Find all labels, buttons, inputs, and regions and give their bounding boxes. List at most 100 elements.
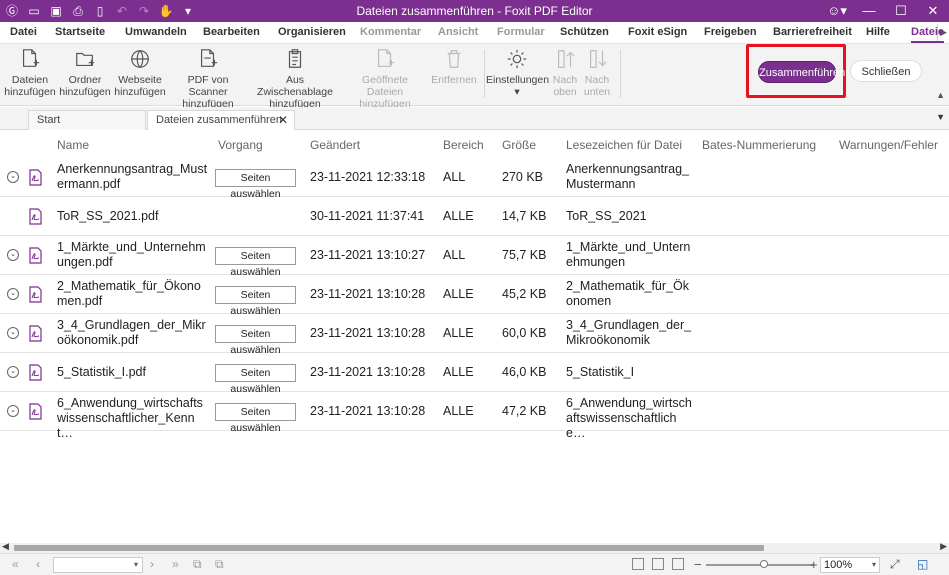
tab-list-dropdown-icon[interactable]: ▼ [936, 112, 945, 122]
file-size: 46,0 KB [502, 365, 547, 379]
first-page-icon[interactable]: « [12, 557, 19, 571]
menu-tab[interactable]: Foxit eSign [628, 26, 687, 38]
column-header-modified[interactable]: Geändert [310, 138, 360, 152]
close-icon[interactable]: ✕ [917, 0, 949, 22]
pdf-file-icon [29, 208, 42, 225]
file-bookmark[interactable]: ToR_SS_2021 [566, 209, 694, 224]
ribbon-button[interactable]: Geöffnete Dateien hinzufügen [343, 48, 427, 110]
column-header-range[interactable]: Bereich [443, 138, 484, 152]
menu-tab[interactable]: Umwandeln [125, 26, 187, 38]
close-tab-icon[interactable]: ✕ [278, 111, 288, 129]
table-row[interactable]: ToR_SS_2021.pdf 30-11-2021 11:37:41 ALLE 14… [0, 197, 949, 236]
column-header-bates[interactable]: Bates-Nummerierung [702, 138, 816, 152]
tab-start[interactable]: Start [28, 110, 146, 130]
zoom-out-icon[interactable]: − [694, 557, 702, 572]
prev-page-icon[interactable]: ‹ [36, 557, 40, 571]
ribbon-button-label: Einstellungen [486, 74, 550, 86]
minimize-icon[interactable]: — [853, 0, 885, 22]
ribbon-button[interactable]: Nach unten [580, 48, 614, 98]
menu-tab[interactable]: Formular [497, 26, 545, 38]
column-header-name[interactable]: Name [57, 138, 89, 152]
menu-tab[interactable]: Ansicht [438, 26, 478, 38]
table-row[interactable]: ⌄ 3_4_Grundlagen_der_Mikroökonomik.pdf Sei… [0, 314, 949, 356]
ribbon-button[interactable]: Entfernen [428, 48, 480, 86]
collapse-ribbon-icon[interactable]: ▲ [936, 90, 945, 100]
column-header-warnings[interactable]: Warnungen/Fehler [839, 138, 938, 152]
expand-row-icon[interactable]: ⌄ [7, 327, 19, 339]
ribbon-button[interactable]: Einstellungen ▾ [486, 48, 550, 98]
expand-row-icon[interactable]: ⌄ [7, 288, 19, 300]
menu-tab[interactable]: Barrierefreiheit [773, 26, 852, 38]
file-range: ALLE [443, 365, 474, 379]
maximize-icon[interactable]: ☐ [885, 0, 917, 22]
file-bookmark[interactable]: 5_Statistik_I [566, 365, 694, 380]
tab-merge-files-label: Dateien zusammenführen [156, 114, 282, 126]
menu-tab[interactable]: Schützen [560, 26, 609, 38]
file-bookmark[interactable]: 3_4_Grundlagen_der_Mikroökonomik [566, 318, 694, 348]
menu-tab[interactable]: Hilfe [866, 26, 890, 38]
table-row[interactable]: ⌄ 5_Statistik_I.pdf Seiten auswählen 23-11-… [0, 353, 949, 395]
ribbon-button[interactable]: PDF von Scanner hinzufügen [168, 48, 248, 110]
table-row[interactable]: ⌄ 2_Mathematik_für_Ökonomen.pdf Seiten aus… [0, 275, 949, 317]
ribbon-button[interactable]: Aus Zwischenablage hinzufügen [250, 48, 340, 110]
user-icon[interactable]: ☺▾ [821, 0, 853, 22]
zoom-slider-knob[interactable] [760, 560, 769, 568]
expand-row-icon[interactable]: ⌄ [7, 405, 19, 417]
continuous-view-icon[interactable] [652, 558, 664, 570]
scroll-right-icon[interactable]: ▶ [940, 541, 947, 552]
menu-tab[interactable]: Kommentar [360, 26, 421, 38]
previous-view-icon[interactable]: ⧉ [193, 557, 202, 572]
menu-tab[interactable]: Startseite [55, 26, 105, 38]
ribbon-button[interactable]: Dateien hinzufügen [2, 48, 58, 98]
menu-tab[interactable]: Dateie [911, 26, 945, 43]
ribbon-button[interactable]: Ordner hinzufügen [58, 48, 112, 98]
file-bookmark[interactable]: 1_Märkte_und_Unternehmungen [566, 240, 694, 270]
scroll-left-icon[interactable]: ◀ [2, 541, 9, 552]
expand-row-icon[interactable]: ⌄ [7, 249, 19, 261]
zoom-in-icon[interactable]: + [810, 557, 818, 572]
next-view-icon[interactable]: ⧉ [215, 557, 224, 572]
file-bookmark[interactable]: 2_Mathematik_für_Ökonomen [566, 279, 694, 309]
single-page-view-icon[interactable] [632, 558, 644, 570]
file-bookmark[interactable]: Anerkennungsantrag_Mustermann [566, 162, 694, 192]
menu-tab[interactable]: Freigeben [704, 26, 757, 38]
select-pages-button[interactable]: Seiten auswählen [215, 364, 296, 395]
tab-merge-files[interactable]: Dateien zusammenführen ✕ [147, 110, 295, 130]
last-page-icon[interactable]: » [172, 557, 179, 571]
close-merge-button[interactable]: Schließen [850, 60, 922, 82]
select-pages-button[interactable]: Seiten auswählen [215, 286, 296, 317]
file-size: 75,7 KB [502, 248, 547, 262]
next-page-icon[interactable]: › [150, 557, 154, 571]
scrollbar-thumb[interactable] [14, 545, 764, 551]
select-pages-button[interactable]: Seiten auswählen [215, 325, 296, 356]
facing-view-icon[interactable] [672, 558, 684, 570]
page-number-input[interactable]: ▾ [53, 557, 143, 573]
table-row[interactable]: ⌄ Anerkennungsantrag_Mustermann.pdf Seiten… [0, 158, 949, 200]
expand-row-icon[interactable]: ⌄ [7, 366, 19, 378]
fit-page-icon[interactable]: ⤢ [890, 557, 900, 572]
table-row[interactable]: ⌄ 6_Anwendung_wirtschaftswissenschaftlich… [0, 392, 949, 440]
select-pages-button[interactable]: Seiten auswählen [215, 247, 296, 278]
menu-tab[interactable]: Organisieren [278, 26, 346, 38]
fullscreen-icon[interactable]: ◱ [917, 557, 928, 571]
file-size: 270 KB [502, 170, 544, 184]
column-header-action[interactable]: Vorgang [218, 138, 263, 152]
horizontal-scrollbar[interactable]: ◀ ▶ [0, 541, 949, 553]
merge-button[interactable]: Zusammenführen [758, 61, 845, 83]
select-pages-button[interactable]: Seiten auswählen [215, 169, 296, 200]
file-modified: 23-11-2021 13:10:28 [310, 326, 426, 340]
ribbon-button-label: Aus Zwischenablage [257, 74, 333, 98]
ribbon-button[interactable]: Webseite hinzufügen [112, 48, 168, 98]
zoom-level-input[interactable]: 100% ▾ [820, 557, 880, 573]
column-header-bookmark[interactable]: Lesezeichen für Datei [566, 138, 682, 152]
column-header-size[interactable]: Größe [502, 138, 536, 152]
table-row[interactable]: ⌄ 1_Märkte_und_Unternehmungen.pdf Seiten a… [0, 236, 949, 278]
file-bookmark[interactable]: 6_Anwendung_wirtschaftswissenschaftliche… [566, 396, 694, 441]
pdf-file-icon [29, 364, 42, 381]
ribbon-button-label: unten [583, 86, 611, 98]
expand-row-icon[interactable]: ⌄ [7, 171, 19, 183]
select-pages-button[interactable]: Seiten auswählen [215, 403, 296, 434]
menu-tab[interactable]: Bearbeiten [203, 26, 260, 38]
menu-tab[interactable]: Datei [10, 26, 37, 38]
ribbon-button[interactable]: Nach oben [548, 48, 582, 98]
